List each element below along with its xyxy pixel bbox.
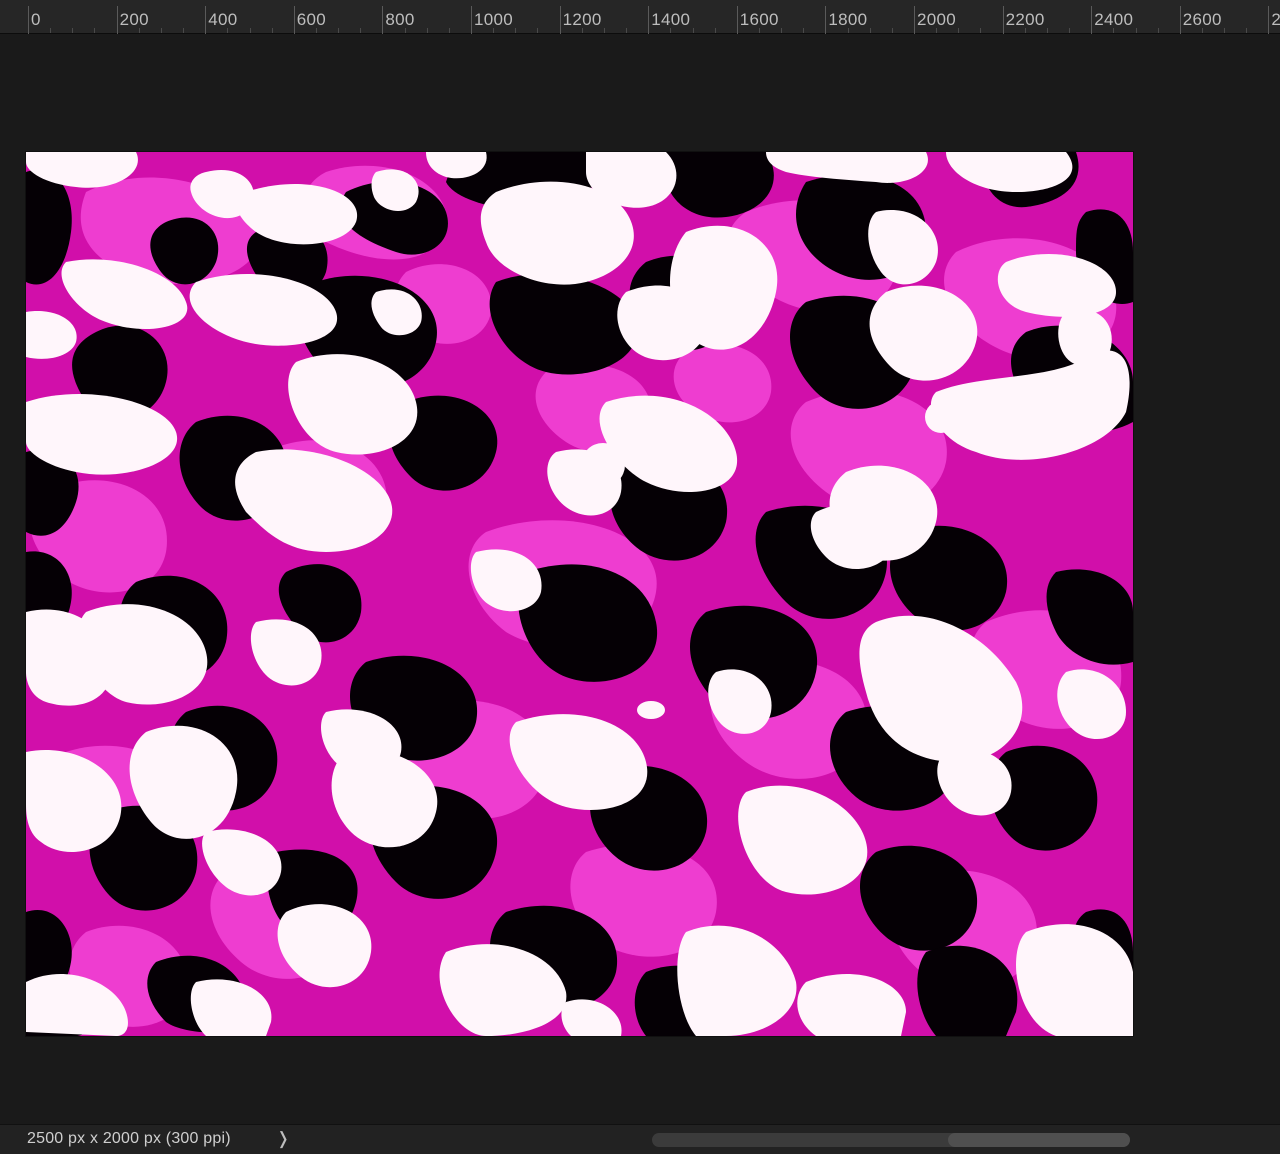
ruler-label: 1800 <box>828 10 868 29</box>
ruler-label: 2400 <box>1094 10 1134 29</box>
ruler-tick <box>471 6 472 34</box>
ruler-tick <box>293 6 295 34</box>
ruler-minor-tick <box>315 28 317 33</box>
ruler-label: 800 <box>385 10 415 29</box>
ruler-tick <box>382 6 384 34</box>
chevron-right-icon[interactable]: ❭ <box>276 1129 290 1149</box>
ruler-minor-tick <box>626 28 628 33</box>
ruler-minor-tick <box>183 28 185 33</box>
ruler-minor-tick <box>714 28 716 33</box>
ruler-tick <box>1091 6 1093 34</box>
ruler-minor-tick <box>891 28 893 33</box>
ruler-label: 1600 <box>739 10 779 29</box>
scrollbar-thumb[interactable] <box>948 1133 1130 1147</box>
ruler-minor-tick <box>581 28 583 33</box>
ruler-minor-tick <box>1224 28 1226 33</box>
horizontal-ruler: 0 200 400 600 800 1000 1200 1400 1600 1800 2000 220… <box>0 0 1280 34</box>
ruler-minor-tick <box>692 28 694 33</box>
document-canvas[interactable] <box>26 152 1133 1036</box>
ruler-minor-tick <box>249 28 251 33</box>
ruler-minor-tick <box>493 28 495 33</box>
ruler-tick <box>825 6 827 34</box>
ruler-minor-tick <box>227 28 229 33</box>
ruler-minor-tick <box>1246 28 1248 33</box>
ruler-label: 1000 <box>474 10 514 29</box>
horizontal-scrollbar[interactable] <box>652 1133 1130 1147</box>
ruler-minor-tick <box>1113 28 1115 33</box>
ruler-tick <box>1179 6 1181 34</box>
ruler-label: 0 <box>31 10 41 29</box>
ruler-minor-tick <box>426 28 428 33</box>
ruler-tick <box>559 6 561 34</box>
ruler-minor-tick <box>94 28 96 33</box>
ruler-minor-tick <box>1024 28 1026 33</box>
ruler-minor-tick <box>1157 28 1159 33</box>
ruler-tick <box>1002 6 1004 34</box>
ruler-tick <box>205 6 207 34</box>
ruler-label: 200 <box>119 10 149 29</box>
ruler-minor-tick <box>1046 28 1048 33</box>
ruler-tick <box>736 6 738 34</box>
ruler-minor-tick <box>958 28 960 33</box>
ruler-tick <box>1268 6 1270 34</box>
ruler-minor-tick <box>670 28 672 33</box>
ruler-minor-tick <box>271 28 273 33</box>
ruler-tick <box>28 6 29 34</box>
ruler-label: 600 <box>296 10 327 29</box>
ruler-minor-tick <box>360 28 362 33</box>
ruler-minor-tick <box>138 28 140 33</box>
ruler-tick <box>648 6 650 34</box>
ruler-minor-tick <box>160 28 162 33</box>
ruler-minor-tick <box>781 28 783 33</box>
camo-pattern-image <box>26 152 1133 1036</box>
ruler-minor-tick <box>936 28 938 33</box>
ruler-minor-tick <box>1069 28 1071 33</box>
ruler-minor-tick <box>338 28 340 33</box>
ruler-minor-tick <box>1135 28 1137 33</box>
document-size-info: 2500 px x 2000 px (300 ppi) <box>27 1130 231 1147</box>
ruler-label: 400 <box>208 10 238 29</box>
ruler-minor-tick <box>803 28 805 33</box>
ruler-minor-tick <box>980 28 982 33</box>
ruler-minor-tick <box>758 28 760 33</box>
ruler-minor-tick <box>404 28 406 33</box>
ruler-label: 28 <box>1271 10 1280 29</box>
ruler-minor-tick <box>869 28 871 33</box>
status-bar: 2500 px x 2000 px (300 ppi) ❭ <box>0 1124 1280 1154</box>
ruler-minor-tick <box>72 28 74 33</box>
ruler-minor-tick <box>515 28 517 33</box>
ruler-label: 2600 <box>1182 10 1222 29</box>
ruler-label: 2200 <box>1005 10 1045 29</box>
ruler-minor-tick <box>603 28 605 33</box>
ruler-minor-tick <box>448 28 450 33</box>
ruler-tick <box>116 6 118 34</box>
ruler-label: 1200 <box>562 10 602 29</box>
ruler-minor-tick <box>1201 28 1203 33</box>
ruler-minor-tick <box>537 28 539 33</box>
ruler-tick <box>914 6 915 34</box>
ruler-label: 1400 <box>651 10 691 29</box>
ruler-label: 2000 <box>917 10 957 29</box>
ruler-minor-tick <box>50 28 52 33</box>
ruler-minor-tick <box>847 28 849 33</box>
